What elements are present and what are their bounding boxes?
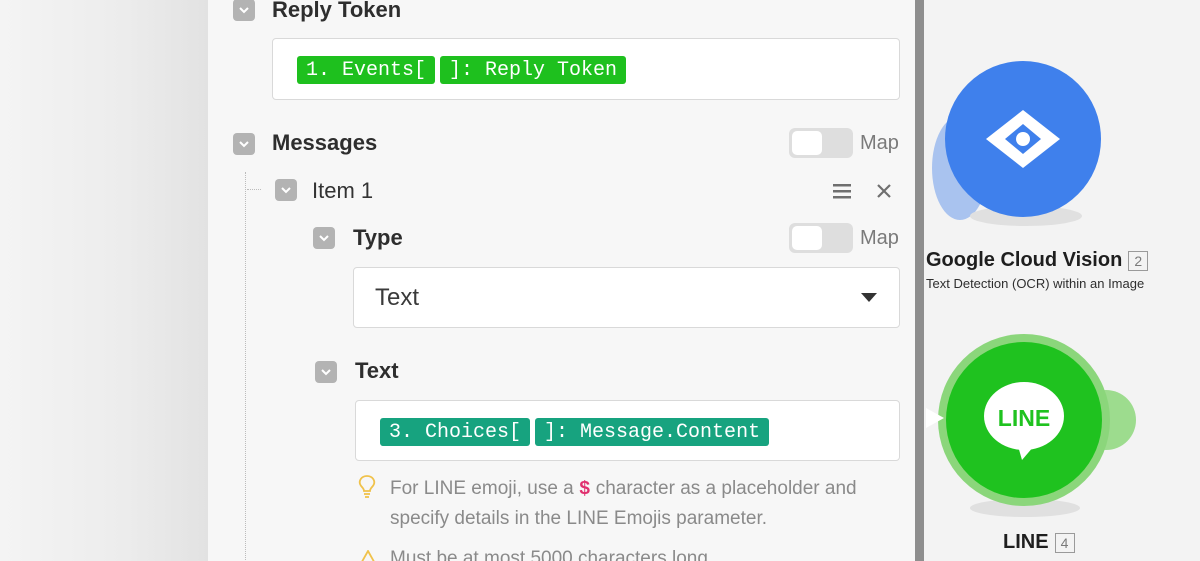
item-collapse-checkbox[interactable] (275, 179, 297, 201)
text-label: Text (355, 358, 399, 383)
mapping-pill[interactable]: 3. Choices[ (380, 418, 531, 446)
reply-token-field[interactable]: 1. Events[]: Reply Token (272, 38, 900, 100)
warning-icon (361, 550, 375, 561)
type-collapse-checkbox[interactable] (313, 227, 335, 249)
mapping-pill[interactable]: 1. Events[ (297, 56, 436, 84)
item-label: Item 1 (312, 178, 374, 203)
caret-down-icon (861, 293, 877, 302)
lightbulb-icon (358, 475, 376, 498)
canvas-shade (0, 0, 210, 561)
google-cloud-vision-module[interactable] (926, 58, 1126, 238)
messages-map-toggle[interactable] (789, 128, 853, 158)
module-number-badge: 4 (1054, 532, 1075, 553)
tree-branch (247, 189, 261, 190)
line-logo-text: LINE (998, 405, 1050, 431)
chevron-down-icon (321, 369, 331, 376)
messages-collapse-checkbox[interactable] (233, 133, 255, 155)
emoji-hint-text: For LINE emoji, use a $ character as a p… (390, 478, 857, 529)
drag-handle-icon[interactable] (832, 181, 852, 201)
module-number-badge: 2 (1128, 250, 1149, 271)
reply-token-collapse-checkbox[interactable] (233, 0, 255, 21)
line-module[interactable]: LINE (926, 330, 1146, 530)
chevron-down-icon (281, 187, 291, 194)
module-title-line: LINE 4 (1003, 531, 1075, 554)
remove-item-icon[interactable] (876, 183, 892, 199)
mapping-pill[interactable]: ]: Message.Content (535, 418, 770, 446)
chevron-down-icon (239, 7, 249, 14)
mapping-pill[interactable]: ]: Reply Token (440, 56, 627, 84)
module-subtitle-google-cloud-vision: Text Detection (OCR) within an Image (926, 276, 1145, 291)
type-map-label: Map (860, 227, 899, 249)
module-title-google-cloud-vision: Google Cloud Vision 2 (926, 249, 1166, 272)
messages-label: Messages (272, 130, 378, 155)
type-select-value: Text (375, 284, 420, 311)
tree-line (245, 172, 246, 561)
module-settings-panel: Reply Token 1. Events[]: Reply Token Mes… (208, 0, 924, 561)
max-length-warning: Must be at most 5000 characters long. (390, 548, 714, 561)
text-field[interactable]: 3. Choices[]: Message.Content (355, 400, 900, 461)
type-select[interactable]: Text (353, 267, 900, 328)
text-collapse-checkbox[interactable] (315, 361, 337, 383)
type-label: Type (353, 225, 403, 250)
type-map-toggle[interactable] (789, 223, 853, 253)
chevron-down-icon (239, 141, 249, 148)
reply-token-label: Reply Token (272, 0, 402, 22)
messages-map-label: Map (860, 132, 899, 154)
chevron-down-icon (319, 235, 329, 242)
